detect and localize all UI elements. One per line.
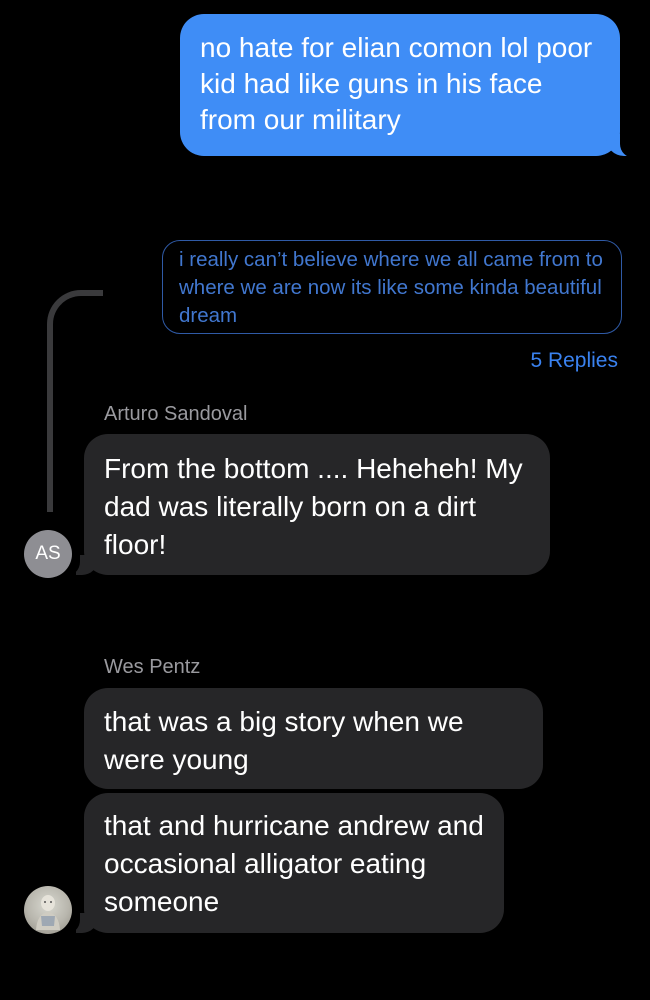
avatar[interactable] xyxy=(24,886,72,934)
sent-message-bubble[interactable]: no hate for elian comon lol poor kid had… xyxy=(180,14,620,156)
child-photo-icon xyxy=(36,895,60,930)
message-text: that and hurricane andrew and occasional… xyxy=(104,810,484,917)
quoted-message-text: i really can’t believe where we all came… xyxy=(179,248,603,327)
replies-link[interactable]: 5 Replies xyxy=(530,349,618,373)
sender-name: Wes Pentz xyxy=(104,656,201,678)
received-message-bubble[interactable]: that was a big story when we were young xyxy=(84,688,543,789)
received-message-bubble[interactable]: that and hurricane andrew and occasional… xyxy=(84,793,504,933)
received-message-bubble[interactable]: From the bottom .... Heheheh! My dad was… xyxy=(84,434,550,575)
quoted-message-bubble[interactable]: i really can’t believe where we all came… xyxy=(162,240,622,334)
avatar[interactable]: AS xyxy=(24,530,72,578)
avatar-initials: AS xyxy=(35,543,61,564)
sender-name: Arturo Sandoval xyxy=(104,403,248,425)
sent-message-text: no hate for elian comon lol poor kid had… xyxy=(200,32,593,135)
message-text: that was a big story when we were young xyxy=(104,706,464,775)
message-text: From the bottom .... Heheheh! My dad was… xyxy=(104,453,523,560)
